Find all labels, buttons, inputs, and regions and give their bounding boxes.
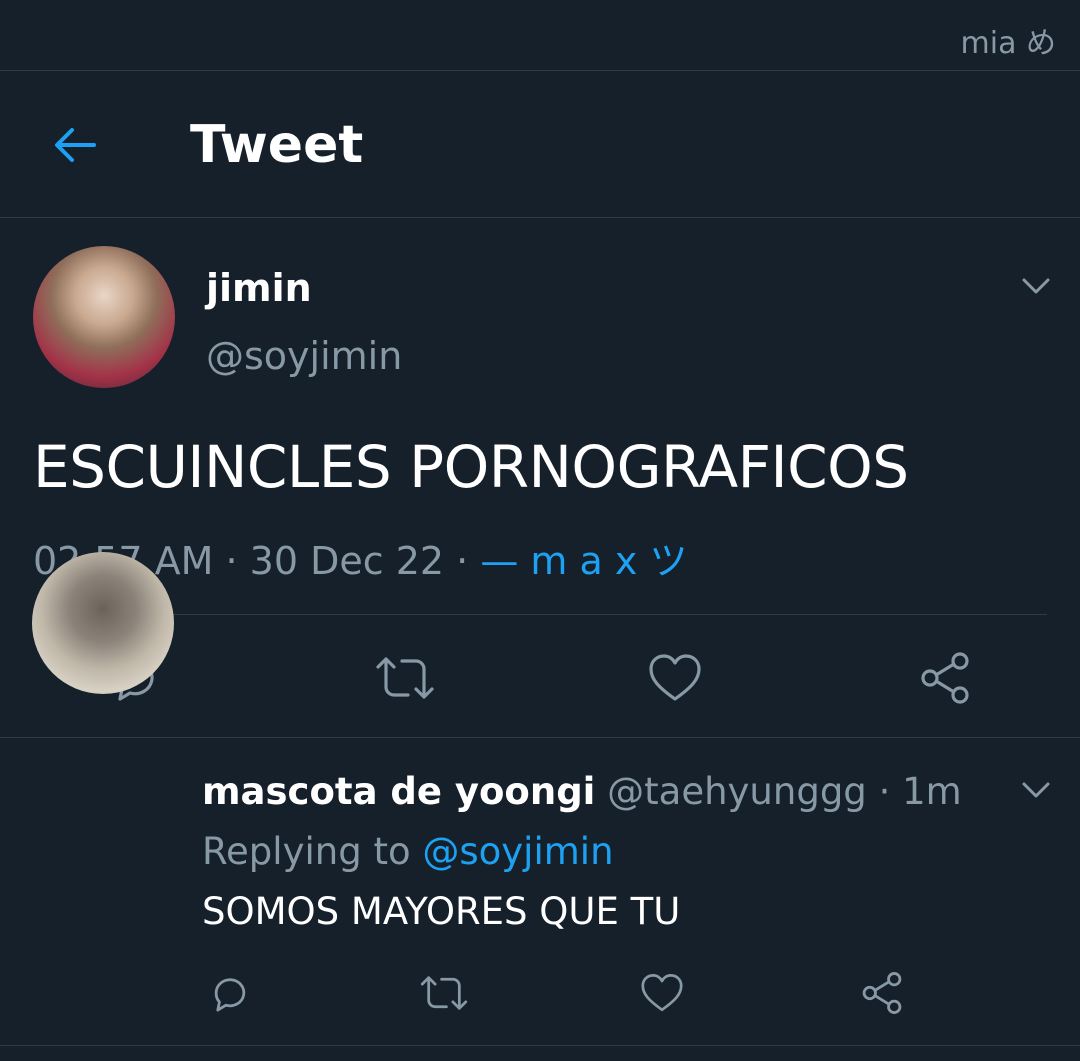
reply-author-handle[interactable]: @taehyunggg (607, 770, 867, 813)
avatar[interactable] (33, 246, 175, 388)
meta-separator: · (878, 770, 891, 813)
retweet-button[interactable] (370, 648, 440, 708)
page-title: Tweet (190, 115, 364, 175)
like-button[interactable] (640, 648, 710, 708)
status-bar: mia め (0, 0, 1080, 71)
status-text: mia め (960, 26, 1056, 61)
reply-header: mascota de yoongi @taehyunggg · 1m (202, 770, 962, 813)
tweet-text: ESCUINCLES PORNOGRAFICOS (33, 433, 909, 501)
reply-author-name[interactable]: mascota de yoongi (202, 770, 595, 813)
back-button[interactable] (44, 117, 104, 173)
reply-actions (0, 958, 1080, 1028)
tweet-source[interactable]: — m a x ツ (480, 539, 687, 583)
replying-mention[interactable]: @soyjimin (422, 830, 613, 873)
share-icon (862, 972, 902, 1014)
like-icon (649, 654, 701, 701)
divider (33, 614, 1047, 615)
arrow-left-icon (55, 128, 96, 162)
reply-icon (214, 978, 246, 1012)
chevron-down-icon[interactable] (1020, 276, 1052, 296)
retweet-icon (376, 657, 434, 699)
tweet-date: 30 Dec 22 (249, 539, 445, 583)
share-icon (921, 652, 969, 704)
replying-to: Replying to @soyjimin (202, 830, 614, 873)
header: Tweet (0, 71, 1080, 218)
author-name[interactable]: jimin (206, 266, 312, 310)
retweet-button[interactable] (414, 963, 474, 1023)
meta-separator: · (456, 539, 469, 583)
like-icon (641, 974, 683, 1012)
reply-text: SOMOS MAYORES QUE TU (202, 890, 681, 933)
like-button[interactable] (632, 963, 692, 1023)
reply-button[interactable] (200, 963, 260, 1023)
retweet-icon (420, 976, 468, 1010)
replying-label: Replying to (202, 830, 411, 873)
author-handle[interactable]: @soyjimin (206, 334, 402, 378)
avatar[interactable] (32, 552, 174, 694)
meta-separator: · (225, 539, 238, 583)
share-button[interactable] (910, 648, 980, 708)
share-button[interactable] (852, 963, 912, 1023)
chevron-down-icon[interactable] (1020, 780, 1052, 800)
divider (0, 1045, 1080, 1046)
reply-time: 1m (902, 770, 962, 813)
